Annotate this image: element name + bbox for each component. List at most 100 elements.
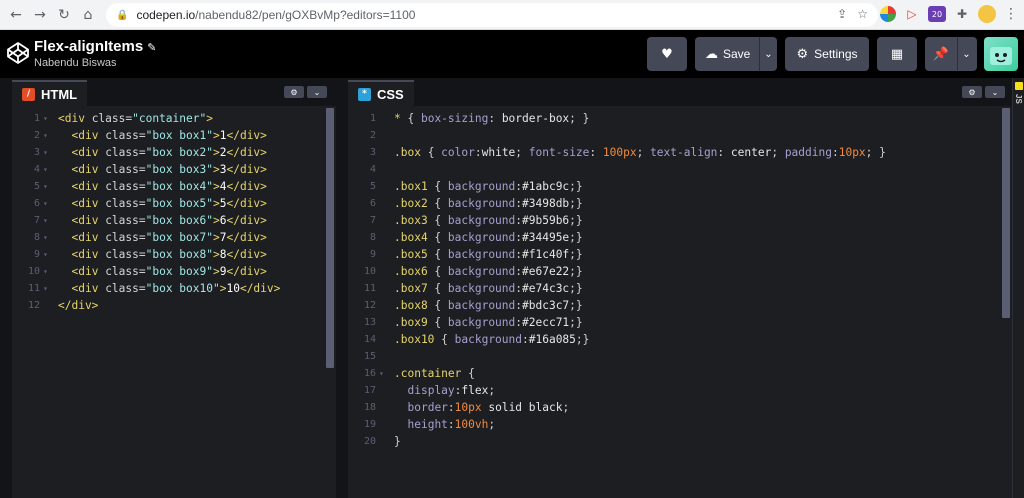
extension-badge-icon[interactable]: 20 — [928, 6, 946, 22]
code-line[interactable]: 6 ▾ <div class="box box5">5</div> — [12, 195, 322, 212]
fold-arrow-icon[interactable]: ▾ — [43, 195, 48, 212]
pin-button[interactable]: 📌 — [925, 47, 957, 62]
code-line[interactable]: 8 .box4 { background:#34495e;} — [348, 229, 988, 246]
code-token: ;} — [569, 248, 583, 261]
code-token: <div — [71, 282, 106, 295]
codepen-logo-icon[interactable] — [6, 41, 30, 65]
pin-dropdown-chevron-icon[interactable]: ⌄ — [957, 37, 975, 71]
code-token: white — [481, 146, 516, 159]
fold-arrow-icon[interactable]: ▾ — [43, 280, 48, 297]
css-scrollbar[interactable] — [1002, 108, 1010, 318]
pen-author[interactable]: Nabendu Biswas — [34, 57, 117, 69]
code-line[interactable]: 14 .box10 { background:#16a085;} — [348, 331, 988, 348]
code-line[interactable]: 4 ▾ <div class="box box3">3</div> — [12, 161, 322, 178]
code-line[interactable]: 7 ▾ <div class="box box6">6</div> — [12, 212, 322, 229]
tab-css[interactable]: * CSS — [348, 80, 414, 106]
code-line[interactable]: 2 — [348, 127, 988, 144]
fold-arrow-icon[interactable]: ▾ — [43, 127, 48, 144]
code-line[interactable]: 9 ▾ <div class="box box8">8</div> — [12, 246, 322, 263]
code-line[interactable]: 6 .box2 { background:#3498db;} — [348, 195, 988, 212]
code-text: .box1 { background:#1abc9c;} — [394, 178, 583, 195]
address-bar[interactable]: 🔒 codepen.io/nabendu82/pen/gOXBvMp?edito… — [106, 3, 878, 27]
code-token: > — [212, 231, 220, 244]
code-line[interactable]: 8 ▾ <div class="box box7">7</div> — [12, 229, 322, 246]
code-line[interactable]: 11 .box7 { background:#e74c3c;} — [348, 280, 988, 297]
code-token: background — [447, 282, 516, 295]
star-icon[interactable]: ☆ — [857, 7, 868, 21]
css-code-editor[interactable]: 1 * { box-sizing: border-box; } 2 3 .box { c… — [348, 110, 988, 490]
profile-avatar[interactable] — [978, 5, 996, 23]
code-token: * — [394, 112, 408, 125]
extension-play-icon[interactable]: ▷ — [904, 6, 920, 22]
arrow-right-icon[interactable]: → — [28, 3, 52, 27]
pen-title[interactable]: Flex-alignItems ✎ — [34, 38, 156, 55]
js-editor-collapsed[interactable]: JS — [1012, 78, 1024, 498]
layout-icon: ▦ — [890, 46, 904, 62]
fold-arrow-icon[interactable]: ▾ — [379, 365, 384, 382]
line-number: 13 — [363, 317, 376, 328]
fold-arrow-icon[interactable]: ▾ — [43, 178, 48, 195]
code-line[interactable]: 5 .box1 { background:#1abc9c;} — [348, 178, 988, 195]
code-line[interactable]: 19 height:100vh; — [348, 416, 988, 433]
layout-button[interactable]: ▦ — [877, 37, 917, 71]
save-button[interactable]: ☁ Save — [695, 47, 759, 62]
share-icon[interactable]: ⇪ — [837, 7, 847, 21]
heart-button[interactable]: ♥ — [647, 37, 687, 71]
code-token: <div — [71, 265, 106, 278]
user-avatar[interactable] — [984, 37, 1018, 71]
css-collapse-chevron-icon[interactable]: ⌄ — [985, 86, 1005, 98]
code-line[interactable]: 5 ▾ <div class="box box4">4</div> — [12, 178, 322, 195]
home-icon[interactable]: ⌂ — [76, 3, 100, 27]
save-dropdown-chevron-icon[interactable]: ⌄ — [759, 37, 777, 71]
js-collapsed-label: JS — [1014, 94, 1023, 104]
fold-arrow-icon[interactable]: ▾ — [43, 161, 48, 178]
html-code-editor[interactable]: 1 ▾ <div class="container"> 2 ▾ <div class="b… — [12, 110, 322, 490]
code-line[interactable]: 10 .box6 { background:#e67e22;} — [348, 263, 988, 280]
code-line[interactable]: 18 border:10px solid black; — [348, 399, 988, 416]
fold-arrow-icon[interactable]: ▾ — [43, 110, 48, 127]
code-line[interactable]: 11 ▾ <div class="box box10">10</div> — [12, 280, 322, 297]
code-line[interactable]: 20} — [348, 433, 988, 450]
code-token: <div — [71, 180, 106, 193]
html-settings-gear-icon[interactable]: ⚙ — [284, 86, 304, 98]
code-line[interactable]: 4 — [348, 161, 988, 178]
code-line[interactable]: 3 ▾ <div class="box box2">2</div> — [12, 144, 322, 161]
fold-arrow-icon[interactable]: ▾ — [43, 263, 48, 280]
code-token: { — [468, 367, 475, 380]
fold-arrow-icon[interactable]: ▾ — [43, 246, 48, 263]
code-line[interactable]: 2 ▾ <div class="box box1">1</div> — [12, 127, 322, 144]
code-line[interactable]: 17 display:flex; — [348, 382, 988, 399]
code-line[interactable]: 1 ▾ <div class="container"> — [12, 110, 322, 127]
code-line[interactable]: 3 .box { color:white; font-size: 100px; t… — [348, 144, 988, 161]
settings-button[interactable]: ⚙ Settings — [785, 37, 869, 71]
pencil-icon[interactable]: ✎ — [147, 41, 156, 54]
code-token: "box box3" — [145, 163, 213, 176]
code-line[interactable]: 16 ▾ .container { — [348, 365, 988, 382]
extension-color-icon[interactable] — [880, 6, 896, 22]
fold-arrow-icon[interactable]: ▾ — [43, 229, 48, 246]
html-collapse-chevron-icon[interactable]: ⌄ — [307, 86, 327, 98]
code-line[interactable]: 12 </div> — [12, 297, 322, 314]
line-number: 8 — [33, 232, 40, 243]
fold-arrow-icon[interactable]: ▾ — [43, 144, 48, 161]
code-line[interactable]: 13 .box9 { background:#2ecc71;} — [348, 314, 988, 331]
fold-arrow-icon[interactable]: ▾ — [43, 212, 48, 229]
code-token: "box box7" — [145, 231, 213, 244]
html-tab-label: HTML — [41, 86, 78, 102]
line-number: 5 — [369, 181, 376, 192]
code-line[interactable]: 10 ▾ <div class="box box9">9</div> — [12, 263, 322, 280]
code-line[interactable]: 15 — [348, 348, 988, 365]
code-line[interactable]: 12 .box8 { background:#bdc3c7;} — [348, 297, 988, 314]
code-line[interactable]: 9 .box5 { background:#f1c40f;} — [348, 246, 988, 263]
css-settings-gear-icon[interactable]: ⚙ — [962, 86, 982, 98]
lock-icon[interactable]: 🔒 — [116, 10, 128, 21]
code-line[interactable]: 7 .box3 { background:#9b59b6;} — [348, 212, 988, 229]
more-menu-icon[interactable]: ⋮ — [1004, 6, 1018, 22]
tab-html[interactable]: / HTML — [12, 80, 88, 106]
puzzle-icon[interactable]: ✚ — [954, 6, 970, 22]
code-token: > — [212, 146, 220, 159]
html-scrollbar[interactable] — [326, 108, 334, 368]
reload-icon[interactable]: ↻ — [52, 3, 76, 27]
code-line[interactable]: 1 * { box-sizing: border-box; } — [348, 110, 988, 127]
arrow-left-icon[interactable]: ← — [4, 3, 28, 27]
